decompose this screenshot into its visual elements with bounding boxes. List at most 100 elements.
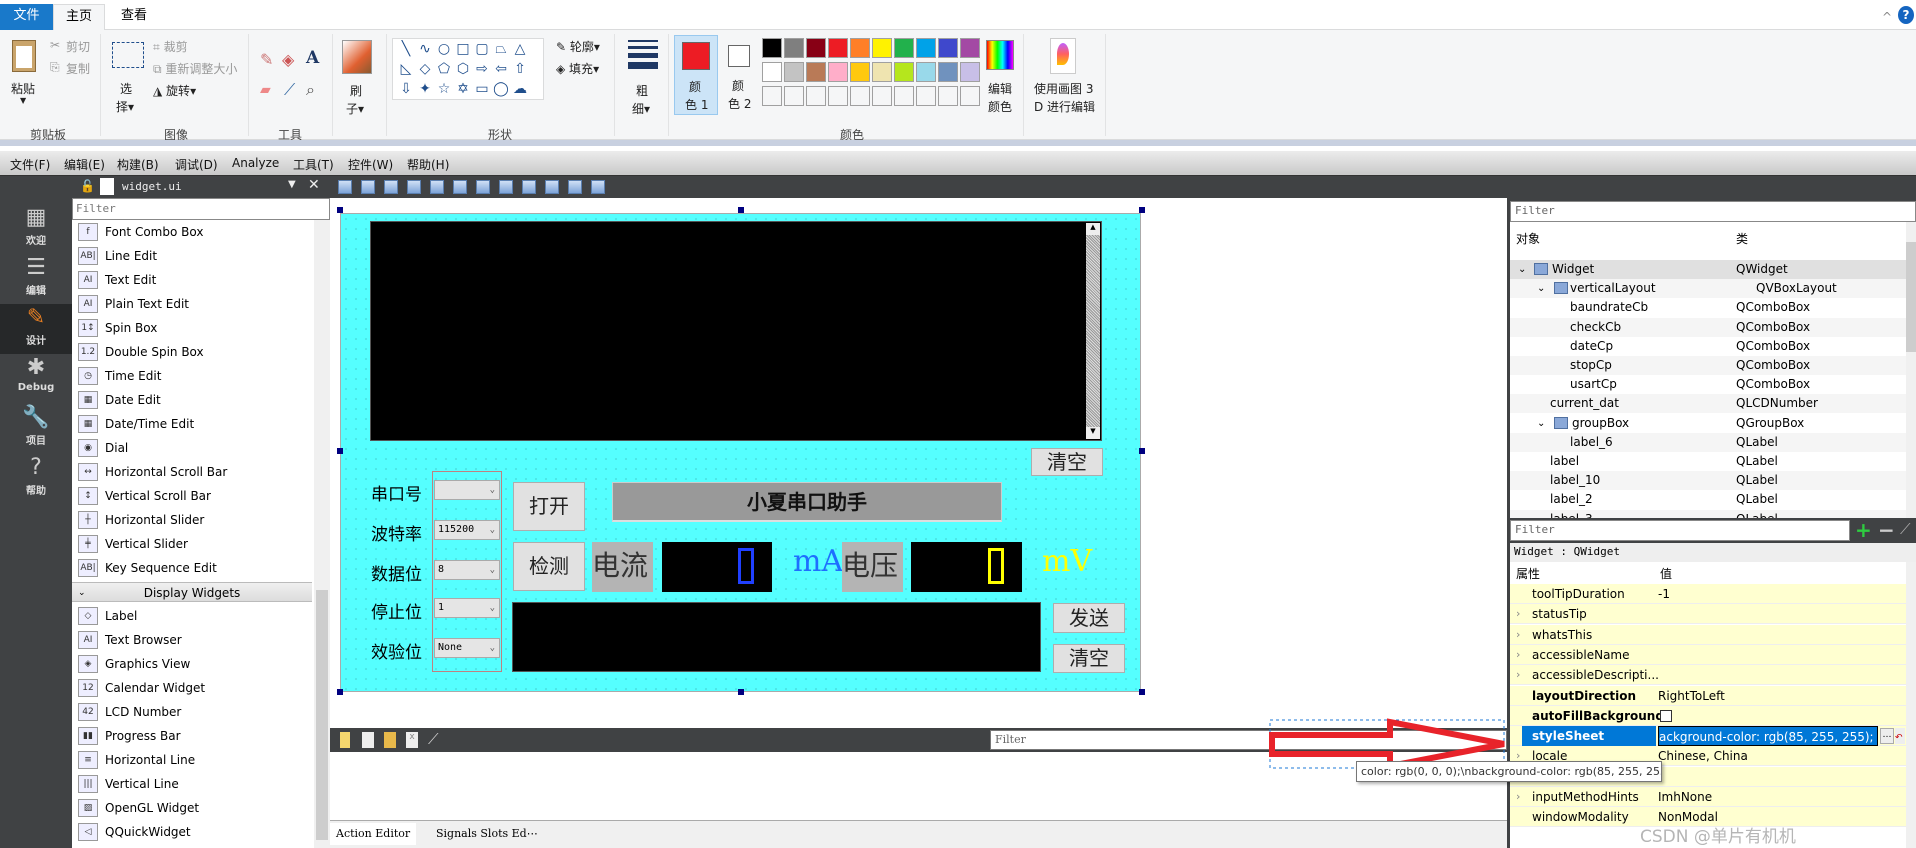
- property-row[interactable]: toolTipDuration -1: [1510, 584, 1906, 604]
- baudrate-combo[interactable]: 115200 ⌄: [434, 520, 500, 540]
- paste-dropdown-icon[interactable]: ▼: [20, 96, 26, 105]
- mode-编辑[interactable]: ☰ 编辑: [0, 254, 72, 304]
- settings-wrench-icon[interactable]: ⟋: [428, 730, 439, 748]
- palette-color-swatch[interactable]: [894, 62, 914, 82]
- palette-color-swatch[interactable]: [916, 38, 936, 58]
- object-row[interactable]: label_2 QLabel: [1510, 490, 1906, 509]
- collapse-ribbon-icon[interactable]: ^: [1882, 10, 1892, 24]
- fill-bucket-icon[interactable]: ◈: [282, 50, 294, 69]
- shape-icon[interactable]: ✡: [454, 81, 472, 97]
- outline-button[interactable]: ✎ 轮廓▾: [556, 38, 600, 55]
- palette-color-swatch[interactable]: [916, 62, 936, 82]
- object-row[interactable]: ⌄ verticalLayout QVBoxLayout: [1510, 279, 1906, 299]
- shape-icon[interactable]: ⇧: [511, 61, 529, 77]
- size-icon[interactable]: [628, 40, 658, 69]
- shape-icon[interactable]: ⬠: [435, 61, 453, 77]
- paint-tab-file[interactable]: 文件: [0, 4, 53, 30]
- palette-color-swatch[interactable]: [960, 62, 980, 82]
- add-property-icon[interactable]: +: [1855, 518, 1872, 542]
- widget-item[interactable]: 1↕ Spin Box: [72, 316, 312, 340]
- object-row[interactable]: label_6 QLabel: [1510, 432, 1906, 452]
- expand-arrow-icon[interactable]: ›: [1516, 665, 1520, 685]
- palette-color-swatch[interactable]: [850, 62, 870, 82]
- scroll-down-icon[interactable]: ▼: [1086, 427, 1100, 439]
- cut-button[interactable]: 剪切: [66, 38, 90, 55]
- receive-scrollbar[interactable]: ▲ ▼: [1086, 223, 1100, 439]
- widget-item[interactable]: 1.2 Double Spin Box: [72, 340, 312, 364]
- paste-button[interactable]: 粘贴: [11, 80, 35, 97]
- widget-item[interactable]: ≡ Horizontal Line: [72, 748, 312, 772]
- expand-arrow-icon[interactable]: ⌄: [1537, 414, 1545, 433]
- palette-color-swatch[interactable]: [828, 62, 848, 82]
- shape-icon[interactable]: □: [454, 41, 472, 57]
- eraser-icon[interactable]: ▰: [260, 82, 271, 98]
- palette-color-swatch[interactable]: [762, 62, 782, 82]
- crop-button[interactable]: ⌗ 裁剪: [153, 38, 188, 55]
- select-button[interactable]: 选: [120, 80, 132, 97]
- property-row[interactable]: › statusTip: [1510, 604, 1906, 625]
- layout-tool-icon[interactable]: [568, 180, 582, 194]
- new-action-icon[interactable]: [340, 732, 350, 748]
- object-row[interactable]: ⌄ Widget QWidget: [1510, 260, 1906, 279]
- paste-action-icon[interactable]: [384, 732, 396, 748]
- resize-handle[interactable]: [738, 689, 744, 695]
- menu-file[interactable]: 文件(F): [10, 156, 50, 173]
- port-combo[interactable]: ⌄: [434, 480, 500, 500]
- widget-item[interactable]: ||| Vertical Line: [72, 772, 312, 796]
- layout-tool-icon[interactable]: [591, 180, 605, 194]
- layout-tool-icon[interactable]: [384, 180, 398, 194]
- rotate-button[interactable]: ◮ 旋转▾: [153, 82, 196, 99]
- resize-button[interactable]: ⧉ 重新调整大小: [153, 60, 237, 77]
- detect-button[interactable]: 检测: [513, 542, 585, 591]
- property-row[interactable]: › accessibleName: [1510, 644, 1906, 665]
- delete-action-icon[interactable]: x: [406, 732, 418, 748]
- palette-color-swatch[interactable]: [828, 38, 848, 58]
- expand-arrow-icon[interactable]: ⌄: [1518, 260, 1526, 279]
- resize-handle[interactable]: [738, 207, 744, 213]
- value-column-header[interactable]: 值: [1660, 565, 1672, 582]
- receive-text-area[interactable]: ▲ ▼: [370, 221, 1102, 441]
- property-row[interactable]: layoutDirection RightToLeft: [1510, 685, 1906, 706]
- color1-button[interactable]: 颜 色 1: [674, 35, 718, 115]
- property-filter-input[interactable]: Filter: [1510, 520, 1850, 541]
- layout-tool-icon[interactable]: [361, 180, 375, 194]
- layout-tool-icon[interactable]: [545, 180, 559, 194]
- expand-arrow-icon[interactable]: ›: [1516, 625, 1520, 645]
- paint3d-icon[interactable]: [1050, 38, 1076, 74]
- category-display-widgets[interactable]: ⌄ Display Widgets: [72, 582, 312, 602]
- palette-color-swatch[interactable]: [784, 62, 804, 82]
- mode-项目[interactable]: 🔧 项目: [0, 404, 72, 454]
- layout-tool-icon[interactable]: [453, 180, 467, 194]
- mode-欢迎[interactable]: ▦ 欢迎: [0, 204, 72, 254]
- widget-item[interactable]: ▦ Date/Time Edit: [72, 412, 312, 436]
- resize-handle[interactable]: [1139, 448, 1145, 454]
- menu-debug[interactable]: 调试(D): [175, 156, 218, 173]
- object-row[interactable]: usartCp QComboBox: [1510, 375, 1906, 394]
- copy-button[interactable]: 复制: [66, 60, 90, 77]
- property-column-header[interactable]: 属性: [1516, 565, 1540, 582]
- stopbits-combo[interactable]: 1 ⌄: [434, 598, 500, 618]
- select-icon[interactable]: [112, 42, 144, 68]
- shape-icon[interactable]: △: [511, 41, 529, 57]
- palette-color-swatch[interactable]: [938, 38, 958, 58]
- widget-item[interactable]: ◁ QQuickWidget: [72, 820, 312, 844]
- widget-item[interactable]: ▦ Date Edit: [72, 388, 312, 412]
- widget-item[interactable]: ◈ Graphics View: [72, 652, 312, 676]
- shape-icon[interactable]: ⇨: [473, 61, 491, 77]
- object-row[interactable]: checkCb QComboBox: [1510, 317, 1906, 337]
- paint-tab-view[interactable]: 查看: [110, 4, 158, 30]
- widget-item[interactable]: AB| Key Sequence Edit: [72, 556, 312, 580]
- palette-color-swatch[interactable]: [872, 38, 892, 58]
- layout-tool-icon[interactable]: [338, 180, 352, 194]
- widget-item[interactable]: ◉ Dial: [72, 436, 312, 460]
- fill-button[interactable]: ◈ 填充▾: [556, 60, 599, 77]
- shape-icon[interactable]: ╲: [397, 41, 415, 57]
- shape-icon[interactable]: ○: [435, 41, 453, 57]
- shape-icon[interactable]: ∿: [416, 41, 434, 57]
- object-filter-input[interactable]: Filter: [1510, 201, 1916, 222]
- shape-icon[interactable]: ⏢: [492, 41, 510, 57]
- shape-icon[interactable]: ⇩: [397, 81, 415, 97]
- send-text-area[interactable]: [512, 602, 1041, 672]
- widget-item[interactable]: ↕ Vertical Scroll Bar: [72, 484, 312, 508]
- widget-item[interactable]: ▮▮ Progress Bar: [72, 724, 312, 748]
